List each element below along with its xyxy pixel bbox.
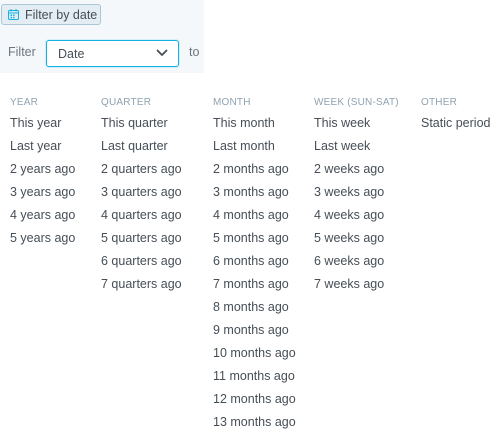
- period-option-week-1[interactable]: Last week: [314, 135, 399, 158]
- period-option-week-3[interactable]: 3 weeks ago: [314, 181, 399, 204]
- period-option-year-3[interactable]: 3 years ago: [10, 181, 75, 204]
- column-quarter: QUARTER This quarter Last quarter 2 quarter…: [101, 96, 182, 296]
- period-option-quarter-5[interactable]: 5 quarters ago: [101, 227, 182, 250]
- period-option-month-6[interactable]: 6 months ago: [213, 250, 296, 273]
- column-header-week: WEEK (SUN-SAT): [314, 97, 399, 108]
- period-option-month-13[interactable]: 13 months ago: [213, 411, 296, 434]
- period-option-week-7[interactable]: 7 weeks ago: [314, 273, 399, 296]
- period-option-month-7[interactable]: 7 months ago: [213, 273, 296, 296]
- period-option-quarter-0[interactable]: This quarter: [101, 112, 182, 135]
- column-other: OTHER Static period: [421, 96, 490, 135]
- filter-by-date-label: Filter by date: [25, 7, 98, 22]
- period-option-week-2[interactable]: 2 weeks ago: [314, 158, 399, 181]
- filter-by-date-button[interactable]: Filter by date: [1, 4, 101, 25]
- to-label: to: [189, 45, 200, 59]
- column-header-other: OTHER: [421, 97, 457, 108]
- period-option-month-10[interactable]: 10 months ago: [213, 342, 296, 365]
- calendar-icon: [8, 9, 19, 20]
- period-option-quarter-1[interactable]: Last quarter: [101, 135, 182, 158]
- period-option-month-2[interactable]: 2 months ago: [213, 158, 296, 181]
- period-option-year-1[interactable]: Last year: [10, 135, 75, 158]
- column-header-quarter: QUARTER: [101, 97, 152, 108]
- period-option-week-4[interactable]: 4 weeks ago: [314, 204, 399, 227]
- period-option-quarter-2[interactable]: 2 quarters ago: [101, 158, 182, 181]
- period-option-week-5[interactable]: 5 weeks ago: [314, 227, 399, 250]
- period-option-quarter-7[interactable]: 7 quarters ago: [101, 273, 182, 296]
- column-month: MONTH This month Last month 2 months ago 3 m…: [213, 96, 296, 434]
- chevron-down-icon: [156, 49, 168, 56]
- date-filter-panel: Filter by date Filter Date to YEAR This y…: [0, 0, 496, 438]
- period-option-year-5[interactable]: 5 years ago: [10, 227, 75, 250]
- period-option-year-4[interactable]: 4 years ago: [10, 204, 75, 227]
- period-option-month-12[interactable]: 12 months ago: [213, 388, 296, 411]
- period-option-quarter-6[interactable]: 6 quarters ago: [101, 250, 182, 273]
- period-option-other-0[interactable]: Static period: [421, 112, 490, 135]
- column-header-year: YEAR: [10, 97, 39, 108]
- column-year: YEAR This year Last year 2 years ago 3 years…: [10, 96, 75, 250]
- period-option-month-5[interactable]: 5 months ago: [213, 227, 296, 250]
- column-week: WEEK (SUN-SAT) This week Last week 2 weeks …: [314, 96, 399, 296]
- period-option-week-6[interactable]: 6 weeks ago: [314, 250, 399, 273]
- period-option-month-8[interactable]: 8 months ago: [213, 296, 296, 319]
- period-option-year-2[interactable]: 2 years ago: [10, 158, 75, 181]
- period-option-quarter-4[interactable]: 4 quarters ago: [101, 204, 182, 227]
- period-option-month-11[interactable]: 11 months ago: [213, 365, 296, 388]
- date-select-value: Date: [58, 46, 85, 61]
- filter-label: Filter: [8, 45, 36, 59]
- period-option-month-9[interactable]: 9 months ago: [213, 319, 296, 342]
- period-option-month-3[interactable]: 3 months ago: [213, 181, 296, 204]
- date-attribute-select[interactable]: Date: [46, 40, 179, 67]
- period-option-month-0[interactable]: This month: [213, 112, 296, 135]
- column-header-month: MONTH: [213, 97, 251, 108]
- period-option-quarter-3[interactable]: 3 quarters ago: [101, 181, 182, 204]
- period-option-month-4[interactable]: 4 months ago: [213, 204, 296, 227]
- period-option-week-0[interactable]: This week: [314, 112, 399, 135]
- period-option-year-0[interactable]: This year: [10, 112, 75, 135]
- period-option-month-1[interactable]: Last month: [213, 135, 296, 158]
